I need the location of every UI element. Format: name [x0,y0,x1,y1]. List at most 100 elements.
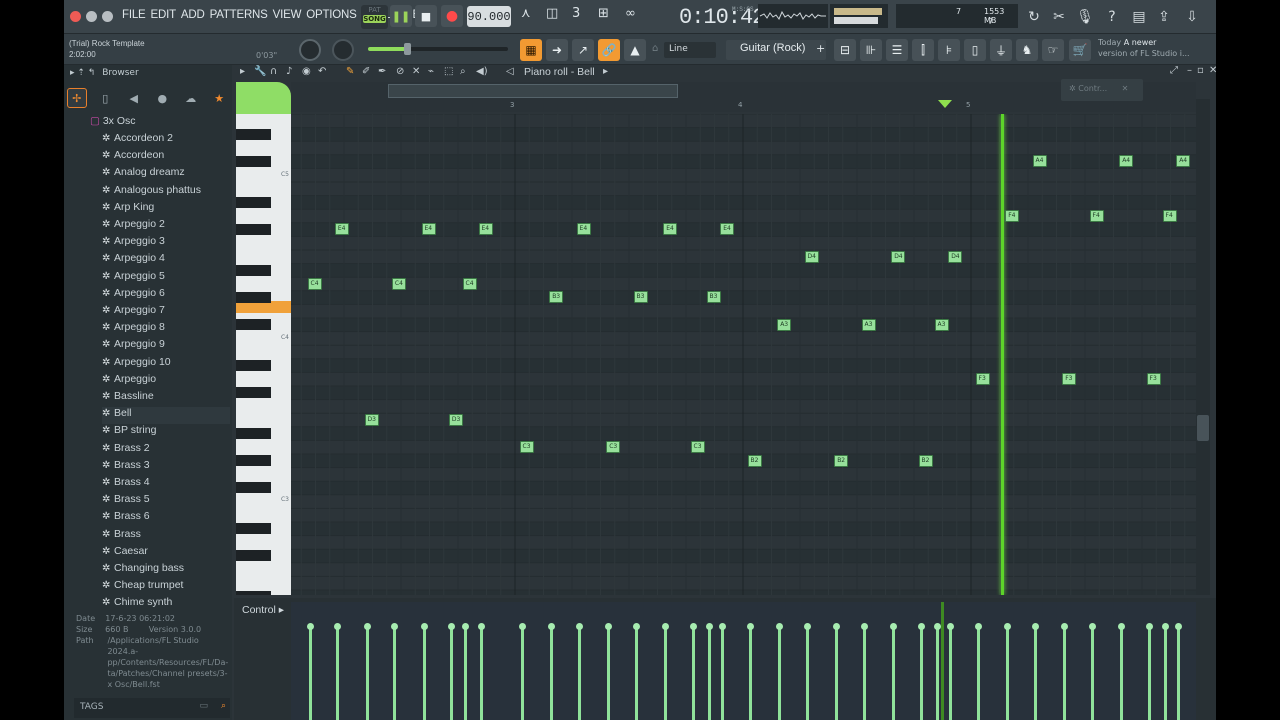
title-arrow-icon[interactable]: ▸ [603,66,608,77]
cloud-tab-icon[interactable]: ☁ [181,88,200,108]
black-key[interactable] [236,427,271,439]
note[interactable]: F3 [1062,373,1077,385]
menu-options[interactable]: OPTIONS [306,9,357,21]
timeline-ruler[interactable]: 3 4 5 [291,98,1196,112]
mute-icon[interactable]: ✕ [412,66,420,77]
black-key[interactable] [236,591,271,595]
minimize-icon[interactable]: – [1187,65,1192,76]
note[interactable]: B3 [706,291,721,304]
velocity-bar[interactable] [719,623,727,720]
velocity-bar[interactable] [518,623,526,720]
control-arrow-icon[interactable]: ▸ [279,604,284,616]
black-key[interactable] [236,359,271,371]
online-tab-icon[interactable]: ● [153,88,172,108]
menu-view[interactable]: VIEW [273,9,302,21]
play-button[interactable]: ❚❚ [390,5,412,27]
note[interactable]: E4 [421,223,436,236]
velocity-bar[interactable] [632,623,640,720]
browser-item[interactable]: ✲ Brass 5 [102,493,230,510]
velocity-bar[interactable] [705,623,713,720]
browser-item[interactable]: ✲ Bassline [102,390,230,407]
browser-item[interactable]: ✲ Brass 2 [102,442,230,459]
wait-input-icon[interactable]: ◫ [546,6,558,21]
speaker-icon[interactable]: ◁ [506,66,514,77]
browser-item[interactable]: ✲ Brass 6 [102,510,230,527]
velocity-bar[interactable] [390,623,398,720]
current-project-tab-icon[interactable]: ▯ [96,88,115,108]
black-key[interactable] [236,482,271,494]
note[interactable]: D4 [891,250,906,263]
record-button[interactable]: ● [441,5,463,27]
browser-item[interactable]: ✲ Analogous phattus [102,184,230,201]
velocity-bar[interactable] [333,623,341,720]
undo-history-icon[interactable]: ↻ [1024,6,1044,28]
note[interactable]: F3 [975,373,990,385]
velocity-bar[interactable] [1175,623,1183,720]
velocity-bar[interactable] [689,623,697,720]
file-icon[interactable]: ▯ [964,39,986,61]
velocity-bar[interactable] [947,623,955,720]
browser-item[interactable]: ✲ Arpeggio 2 [102,218,230,235]
velocity-lane[interactable] [291,602,1196,720]
velocity-bar[interactable] [803,623,811,720]
black-key[interactable] [236,550,271,562]
black-key[interactable] [236,291,271,303]
browser-item[interactable]: ✲ Arpeggio 8 [102,321,230,338]
step-sequencer-icon[interactable]: ⫿ [912,39,934,61]
maximize-icon[interactable]: ▫ [1197,65,1204,76]
note[interactable]: C3 [606,441,621,453]
note[interactable]: D3 [364,413,379,426]
velocity-bar[interactable] [447,623,455,720]
undo-icon[interactable]: ↶ [318,66,326,77]
wrench-icon[interactable]: 🔧 [254,66,266,77]
browser-item[interactable]: ✲ Arp King [102,201,230,218]
browser-item[interactable]: ✲ Brass 3 [102,459,230,476]
note[interactable]: C3 [690,441,705,453]
all-tab-icon[interactable]: ✢ [67,88,87,108]
note[interactable]: B3 [549,291,564,304]
velocity-bar[interactable] [363,623,371,720]
zoom-icon[interactable]: ⌕ [460,66,466,77]
browser-item[interactable]: ✲ Brass [102,528,230,545]
browser-item[interactable]: ✲ Arpeggio 5 [102,270,230,287]
control-select[interactable]: ✲ Contr... ✕ [1061,79,1143,101]
pat-song-toggle[interactable]: PAT SONG [361,5,388,29]
menu-edit[interactable]: EDIT [151,9,177,21]
velocity-bar[interactable] [1061,623,1069,720]
note[interactable]: D4 [948,250,963,263]
velocity-bar[interactable] [890,623,898,720]
master-pitch-knob[interactable] [332,39,354,61]
velocity-bar[interactable] [1031,623,1039,720]
playhead-marker[interactable] [938,100,952,108]
black-key[interactable] [236,264,271,276]
performance-icon[interactable]: ♞ [1016,39,1038,61]
velocity-bar[interactable] [1004,623,1012,720]
countdown-icon[interactable]: 3 [572,6,580,21]
scroll-thumb[interactable] [1197,415,1209,441]
browser-item[interactable]: ✲ Accordeon 2 [102,132,230,149]
news-panel[interactable]: Today A newer version of FL Studio i... [1098,37,1204,63]
note[interactable]: D3 [448,413,463,426]
note[interactable]: A4 [1032,155,1047,168]
velocity-bar[interactable] [477,623,485,720]
plugin-db-tab-icon[interactable]: ◀ [124,88,143,108]
slice-icon[interactable]: ⌁ [428,66,434,77]
stamp-icon[interactable]: ▲ [624,39,646,61]
mixer-icon[interactable]: ⊟ [834,39,856,61]
velocity-bar[interactable] [1088,623,1096,720]
tempo-display[interactable]: 90.000 [467,6,511,27]
black-key[interactable] [236,196,271,208]
metronome-icon[interactable]: ⋏ [521,6,531,21]
velocity-bar[interactable] [933,623,941,720]
note[interactable]: B3 [633,291,648,304]
cut-icon[interactable]: ✂ [1049,6,1069,28]
browser-item[interactable]: ✲ Brass 4 [102,476,230,493]
delete-icon[interactable]: ⊘ [396,66,404,77]
close-icon[interactable]: ✕ [1209,65,1216,76]
note[interactable]: B2 [834,454,849,467]
browser-item[interactable]: ✲ Arpeggio 10 [102,356,230,373]
browser-item[interactable]: ✲ Analog dreamz [102,166,230,183]
piano-keyboard[interactable]: C5 C4 C3 [236,114,291,595]
search-icon[interactable]: ⌕ [221,701,226,711]
note[interactable]: A4 [1119,155,1134,168]
